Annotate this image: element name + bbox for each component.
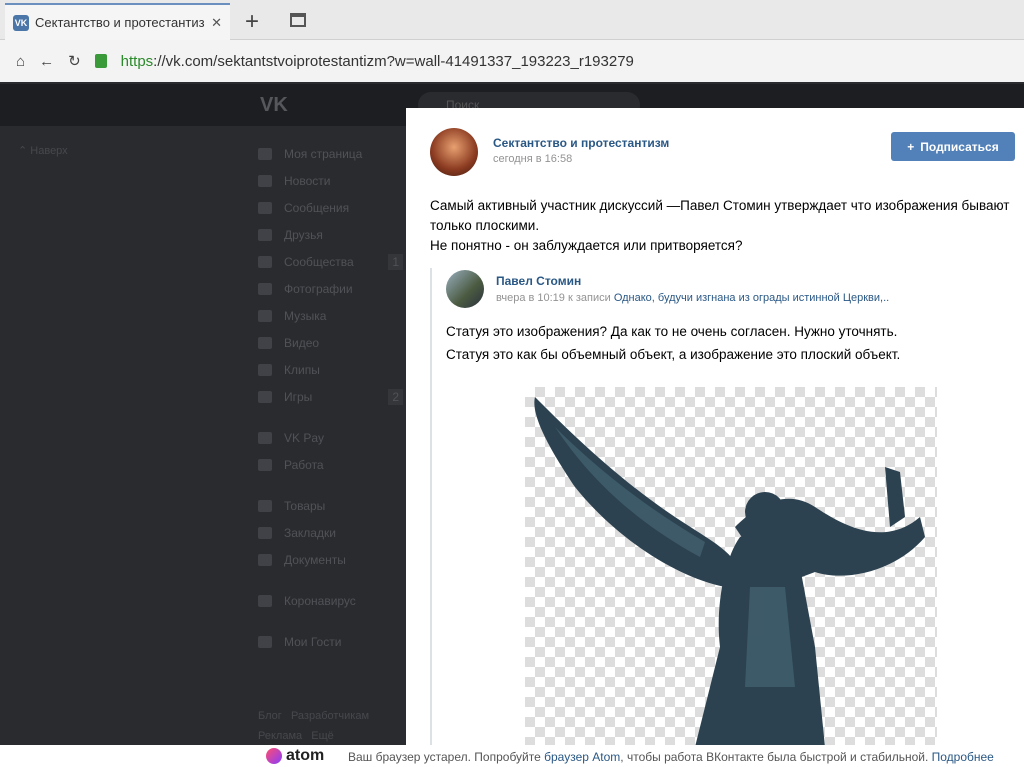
home-icon[interactable]: ⌂ [16, 53, 25, 70]
source-post-link[interactable]: Однако, будучи изгнана из ограды истинно… [614, 292, 889, 304]
menu-item-label: VK Pay [284, 430, 325, 445]
sidebar-item[interactable]: Новости [258, 167, 403, 194]
new-tab-button[interactable]: + [245, 8, 259, 36]
group-avatar[interactable] [430, 128, 478, 176]
menu-item-label: Игры [284, 389, 313, 404]
menu-item-icon [258, 499, 272, 512]
more-info-link[interactable]: Подробнее [932, 750, 994, 764]
post-text: Самый активный участник дискуссий —Павел… [430, 198, 1010, 253]
menu-item-label: Сообщения [284, 200, 350, 215]
window-icon[interactable] [290, 13, 306, 27]
sidebar-item[interactable]: Игры 2 [258, 383, 403, 410]
menu-item-label: Музыка [284, 308, 327, 323]
back-icon[interactable]: ← [39, 53, 54, 70]
sidebar-item[interactable]: Клипы [258, 356, 403, 383]
menu-item-icon [258, 363, 272, 376]
sidebar-item[interactable]: Коронавирус [258, 587, 403, 614]
menu-item-count: 1 [388, 253, 403, 270]
reposted-comment: Павел Стомин вчера в 10:19 к записи Одна… [430, 268, 1010, 748]
menu-item-icon [258, 255, 272, 268]
menu-item-icon [258, 526, 272, 539]
sidebar-item[interactable]: Сообщества 1 [258, 248, 403, 275]
subscribe-button[interactable]: + Подписаться [891, 132, 1015, 161]
post-modal: Сектантство и протестантизм сегодня в 16… [406, 108, 1024, 748]
menu-item-label: Новости [284, 173, 331, 188]
back-to-top-link[interactable]: ⌃ Наверх [18, 144, 68, 157]
sidebar-item[interactable]: Закладки [258, 519, 403, 546]
sidebar-footer: Блог Разработчикам Реклама Ещё [258, 706, 369, 746]
sidebar-item[interactable]: Друзья [258, 221, 403, 248]
menu-item-label: Документы [284, 552, 346, 567]
sidebar-item[interactable]: Документы [258, 546, 403, 573]
menu-item-label: Моя страница [284, 146, 363, 161]
url-input[interactable]: https://vk.com/sektantstvoiprotestantizm… [121, 53, 634, 70]
footer-link-ads[interactable]: Реклама [258, 730, 302, 742]
menu-item-icon [258, 336, 272, 349]
menu-item-label: Коронавирус [284, 593, 356, 608]
menu-item-label: Товары [284, 498, 326, 513]
browser-tab[interactable]: VK Сектантство и протестантизм ✕ [5, 3, 230, 40]
menu-item-label: Мои Гости [284, 634, 342, 649]
atom-logo[interactable]: atom [266, 747, 324, 765]
vk-logo[interactable]: VK [260, 94, 288, 117]
sidebar-item[interactable]: Работа [258, 451, 403, 478]
angel-statue-image[interactable] [525, 387, 937, 747]
menu-item-icon [258, 390, 272, 403]
sidebar-item[interactable]: Музыка [258, 302, 403, 329]
menu-item-label: Работа [284, 457, 324, 472]
group-name[interactable]: Сектантство и протестантизм [493, 136, 669, 150]
close-tab-icon[interactable]: ✕ [211, 15, 222, 31]
banner-message: Ваш браузер устарел. Попробуйте браузер … [348, 750, 994, 764]
sidebar-item[interactable]: Фотографии [258, 275, 403, 302]
sidebar-item[interactable]: Видео [258, 329, 403, 356]
footer-link-blog[interactable]: Блог [258, 710, 282, 722]
footer-link-more[interactable]: Ещё [311, 730, 334, 742]
menu-item-icon [258, 201, 272, 214]
reload-icon[interactable]: ↻ [68, 52, 81, 70]
sidebar-item[interactable]: Моя страница [258, 140, 403, 167]
menu-item-icon [258, 147, 272, 160]
comment-text: Статуя это изображения? Да как то не оче… [446, 324, 901, 362]
plus-icon: + [907, 139, 915, 154]
atom-browser-link[interactable]: браузер Atom [544, 750, 620, 764]
menu-item-icon [258, 282, 272, 295]
sidebar-item[interactable]: Мои Гости [258, 628, 403, 655]
atom-logo-icon [266, 748, 282, 764]
address-bar: ⌂ ← ↻ https://vk.com/sektantstvoiprotest… [0, 40, 1024, 82]
menu-item-icon [258, 635, 272, 648]
post-time[interactable]: сегодня в 16:58 [493, 153, 572, 165]
browser-tab-bar: VK Сектантство и протестантизм ✕ + [0, 0, 1024, 40]
menu-item-count: 2 [388, 388, 403, 405]
footer-link-dev[interactable]: Разработчикам [291, 710, 369, 722]
menu-item-label: Видео [284, 335, 320, 350]
tab-title: Сектантство и протестантизм [35, 15, 206, 30]
menu-item-icon [258, 431, 272, 444]
menu-item-label: Фотографии [284, 281, 353, 296]
browser-update-banner: atom Ваш браузер устарел. Попробуйте бра… [0, 745, 1024, 767]
menu-item-label: Закладки [284, 525, 336, 540]
menu-item-icon [258, 553, 272, 566]
menu-item-icon [258, 228, 272, 241]
author-name[interactable]: Павел Стомин [496, 274, 581, 288]
menu-item-icon [258, 309, 272, 322]
menu-item-icon [258, 458, 272, 471]
comment-meta: вчера в 10:19 к записи Однако, будучи из… [496, 292, 890, 304]
menu-item-icon [258, 174, 272, 187]
author-avatar[interactable] [446, 270, 484, 308]
sidebar-item[interactable]: Сообщения [258, 194, 403, 221]
sidebar-item[interactable]: VK Pay [258, 424, 403, 451]
menu-item-icon [258, 594, 272, 607]
menu-item-label: Клипы [284, 362, 320, 377]
sidebar-menu: Моя страница Новости Сообщения Друзья Сообще… [258, 140, 403, 655]
menu-item-label: Друзья [284, 227, 323, 242]
lock-icon [94, 54, 107, 68]
sidebar-item[interactable]: Товары [258, 492, 403, 519]
menu-item-label: Сообщества [284, 254, 354, 269]
vk-favicon-icon: VK [13, 14, 29, 31]
